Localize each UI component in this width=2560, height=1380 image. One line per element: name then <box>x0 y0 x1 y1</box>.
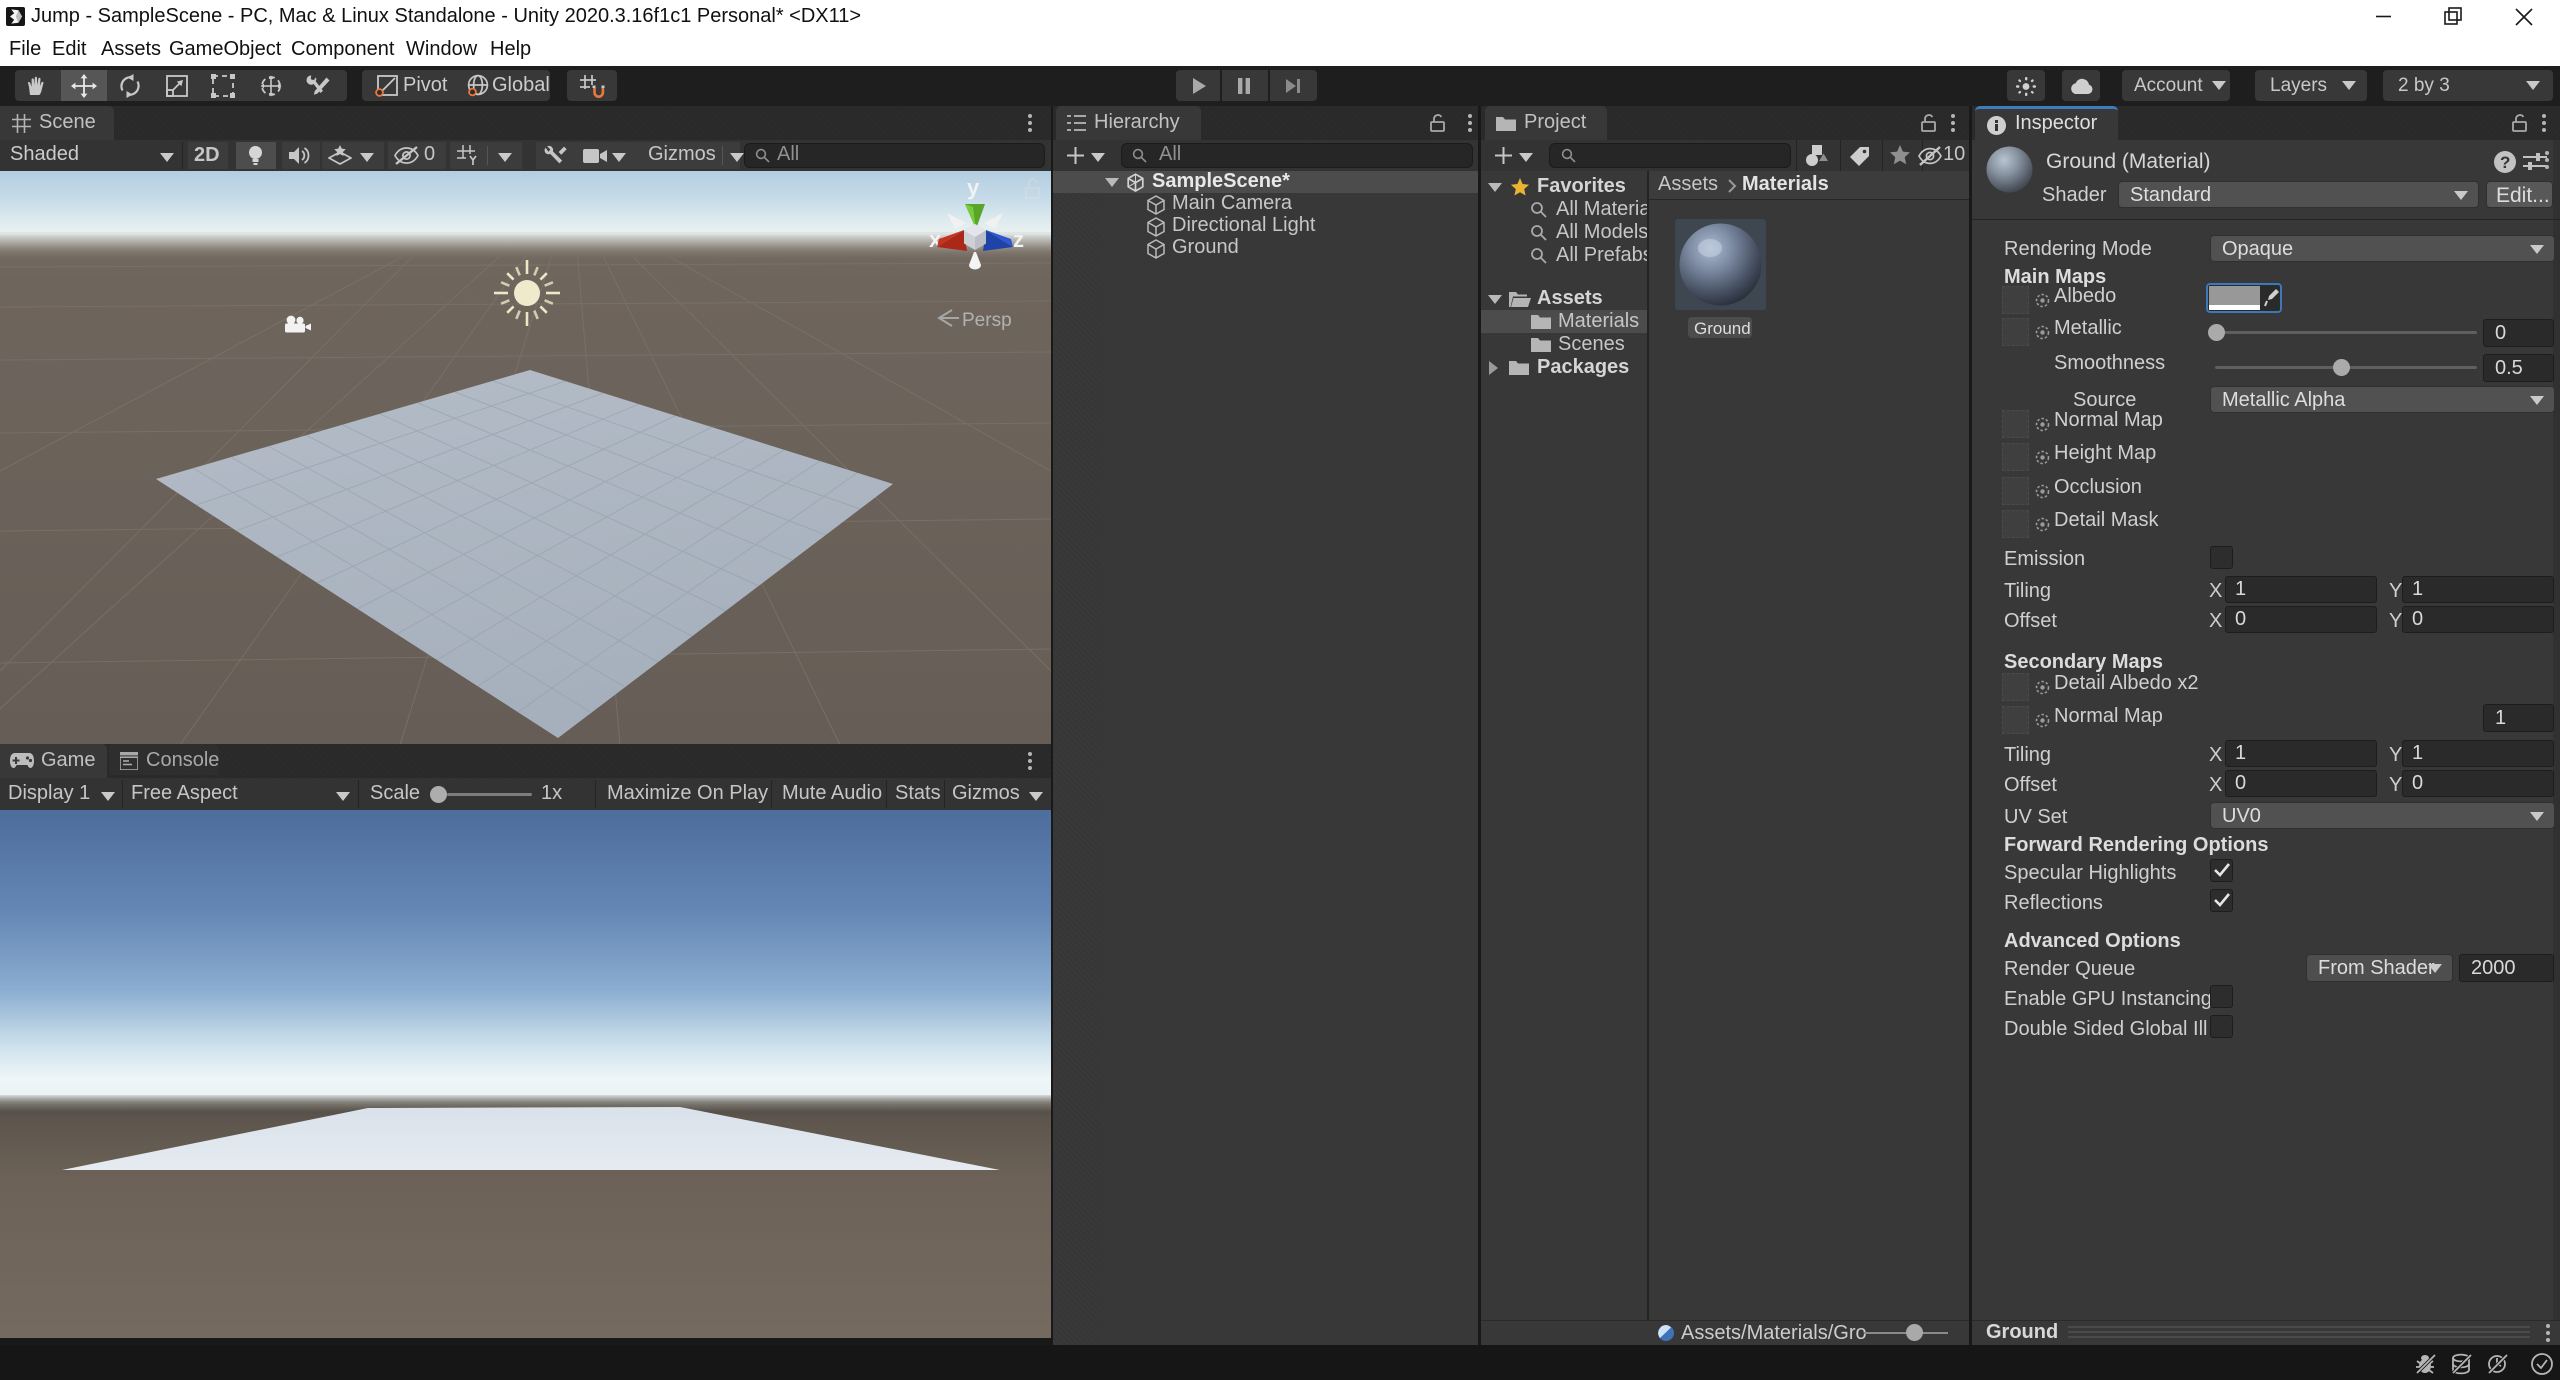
svg-text:y: y <box>967 175 980 200</box>
svg-text:z: z <box>1013 227 1024 252</box>
svg-text:?: ? <box>2500 153 2510 172</box>
svg-text:Persp: Persp <box>962 310 1012 331</box>
